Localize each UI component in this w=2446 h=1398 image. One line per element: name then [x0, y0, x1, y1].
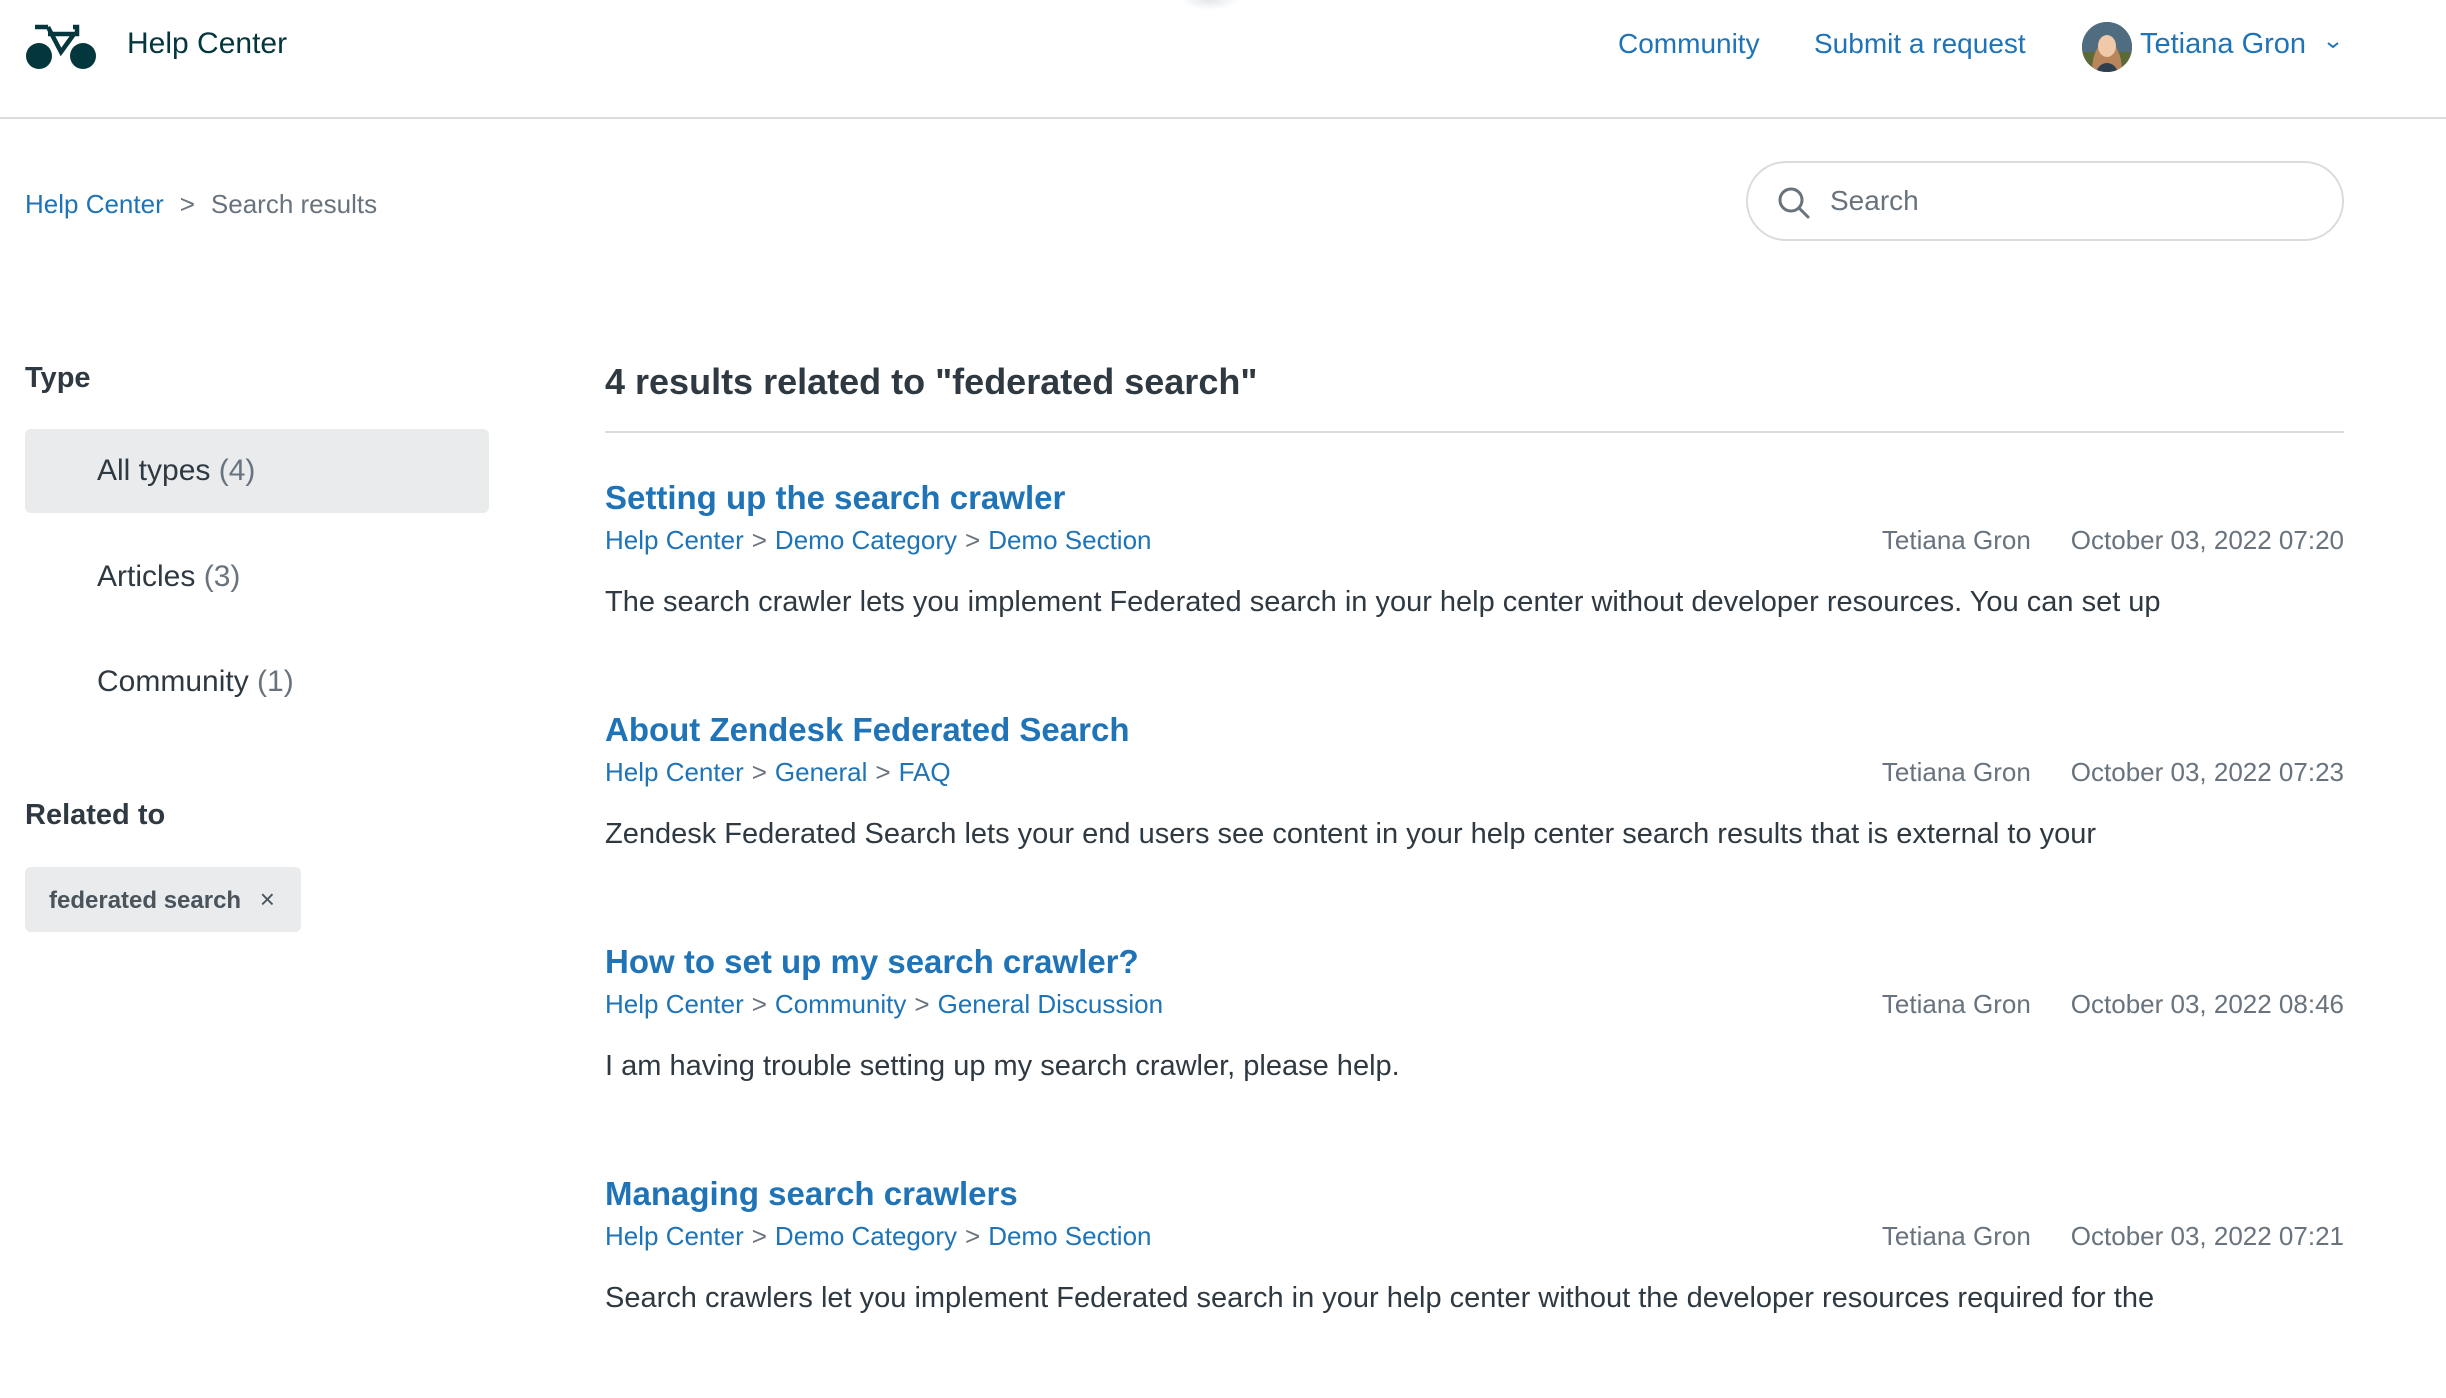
result-excerpt: Search crawlers let you implement Federa… — [605, 1282, 2155, 1314]
filter-label: All types — [97, 454, 211, 487]
filter-count: (4) — [218, 454, 256, 487]
nav-community-link[interactable]: Community — [1618, 26, 1760, 62]
result-path-link[interactable]: Help Center — [605, 1221, 744, 1251]
search-box[interactable] — [1746, 161, 2344, 241]
chevron-down-icon[interactable] — [2326, 40, 2340, 50]
close-icon[interactable]: × — [260, 867, 275, 932]
result-date: October 03, 2022 08:46 — [2070, 989, 2344, 1019]
path-separator: > — [751, 1221, 767, 1251]
result-path-link[interactable]: Demo Category — [775, 525, 957, 555]
related-tag: federated search × — [25, 867, 301, 932]
path-separator: > — [965, 525, 981, 555]
result-path-link[interactable]: Help Center — [605, 757, 744, 787]
results-divider — [605, 431, 2344, 433]
result-path: Help Center > Community > General Discussion — [605, 988, 1163, 1020]
filter-all-types[interactable]: All types (4) — [25, 429, 489, 513]
result-author: Tetiana Gron — [1881, 989, 2031, 1019]
related-to-heading: Related to — [25, 799, 166, 831]
filter-label: Articles — [97, 560, 196, 593]
tag-label: federated search — [49, 887, 242, 914]
filter-articles[interactable]: Articles (3) — [25, 535, 489, 619]
user-menu-button[interactable]: Tetiana Gron — [2140, 26, 2306, 62]
result-path-link[interactable]: Demo Category — [775, 1221, 957, 1251]
filter-count: (3) — [203, 560, 241, 593]
result-title-link[interactable]: Managing search crawlers — [605, 1174, 1018, 1214]
result-title-link[interactable]: About Zendesk Federated Search — [605, 710, 1129, 750]
result-path-link[interactable]: FAQ — [899, 757, 951, 787]
filter-community[interactable]: Community (1) — [25, 640, 489, 724]
breadcrumb-current: Search results — [210, 189, 378, 219]
search-result: Managing search crawlers Help Center > Dem… — [605, 1174, 2344, 1374]
path-separator: > — [875, 757, 891, 787]
result-author: Tetiana Gron — [1881, 1221, 2031, 1251]
result-title-link[interactable]: Setting up the search crawler — [605, 478, 1065, 518]
search-result: How to set up my search crawler? Help Ce… — [605, 942, 2344, 1142]
search-result: About Zendesk Federated Search Help Cent… — [605, 710, 2344, 910]
result-path-link[interactable]: General — [775, 757, 868, 787]
breadcrumb-separator: > — [179, 189, 195, 219]
result-path-link[interactable]: Help Center — [605, 525, 744, 555]
breadcrumb-help-center-link[interactable]: Help Center — [25, 189, 164, 219]
result-author: Tetiana Gron — [1881, 757, 2031, 787]
result-date: October 03, 2022 07:21 — [2070, 1221, 2344, 1251]
search-result: Setting up the search crawler Help Cente… — [605, 478, 2344, 678]
path-separator: > — [751, 757, 767, 787]
result-path: Help Center > Demo Category > Demo Section — [605, 524, 1152, 556]
results-heading: 4 results related to "federated search" — [605, 361, 1258, 402]
header-shadow-artifact — [1180, 0, 1240, 10]
result-meta: Tetiana Gron October 03, 2022 07:21 — [1882, 1220, 2344, 1252]
type-filter-heading: Type — [25, 362, 91, 394]
result-path-link[interactable]: General Discussion — [938, 989, 1163, 1019]
path-separator: > — [751, 525, 767, 555]
result-meta: Tetiana Gron October 03, 2022 07:23 — [1882, 756, 2344, 788]
result-date: October 03, 2022 07:20 — [2070, 525, 2344, 555]
bicycle-logo-icon — [26, 24, 96, 69]
result-path-link[interactable]: Demo Section — [988, 1221, 1151, 1251]
result-meta: Tetiana Gron October 03, 2022 08:46 — [1882, 988, 2344, 1020]
site-header: Help Center Community Submit a request T… — [0, 0, 2446, 119]
path-separator: > — [751, 989, 767, 1019]
avatar-photo — [2082, 22, 2132, 72]
result-path-link[interactable]: Demo Section — [988, 525, 1151, 555]
result-title-link[interactable]: How to set up my search crawler? — [605, 942, 1139, 982]
result-path: Help Center > General > FAQ — [605, 756, 951, 788]
result-excerpt: The search crawler lets you implement Fe… — [605, 586, 2161, 618]
result-excerpt: Zendesk Federated Search lets your end u… — [605, 818, 2097, 850]
result-excerpt: I am having trouble setting up my search… — [605, 1050, 1400, 1082]
path-separator: > — [965, 1221, 981, 1251]
breadcrumb: Help Center > Search results — [25, 188, 377, 220]
user-avatar[interactable] — [2082, 22, 2132, 72]
brand-title-link[interactable]: Help Center — [127, 26, 287, 62]
search-input[interactable] — [1828, 177, 2318, 225]
result-author: Tetiana Gron — [1881, 525, 2031, 555]
filter-label: Community — [97, 665, 249, 698]
result-date: October 03, 2022 07:23 — [2070, 757, 2344, 787]
filter-count: (1) — [257, 665, 294, 698]
search-icon — [1778, 187, 1810, 219]
path-separator: > — [914, 989, 930, 1019]
result-path-link[interactable]: Community — [775, 989, 906, 1019]
result-meta: Tetiana Gron October 03, 2022 07:20 — [1882, 524, 2344, 556]
nav-submit-request-link[interactable]: Submit a request — [1814, 26, 2026, 62]
result-path: Help Center > Demo Category > Demo Section — [605, 1220, 1152, 1252]
logo-link[interactable] — [26, 24, 98, 70]
result-path-link[interactable]: Help Center — [605, 989, 744, 1019]
